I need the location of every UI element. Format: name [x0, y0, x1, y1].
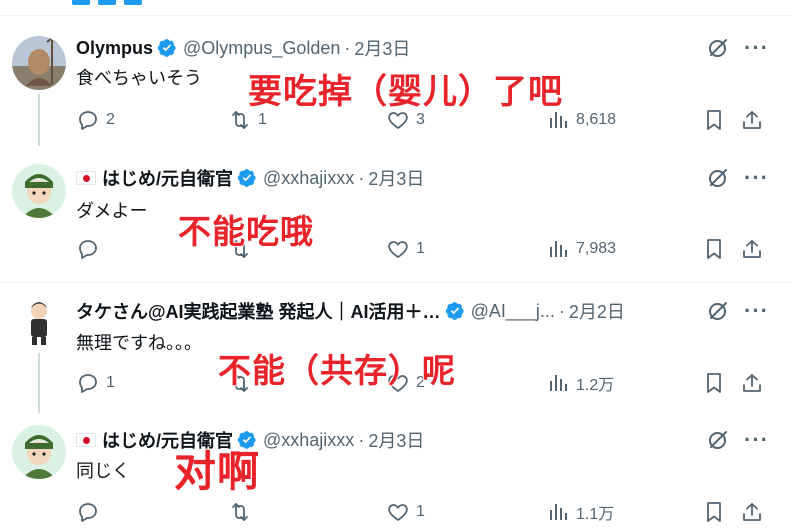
repost-count: 1: [258, 111, 267, 128]
bookmark-icon: [702, 500, 726, 524]
verified-badge-icon: [445, 301, 465, 321]
handle[interactable]: @xxhajixxx: [263, 168, 354, 189]
bookmark-button[interactable]: [702, 105, 726, 135]
verified-badge-icon: [157, 38, 177, 58]
reply-icon: [76, 371, 100, 395]
more-icon[interactable]: ···: [744, 429, 768, 458]
avatar[interactable]: [12, 36, 66, 90]
views-icon: [546, 237, 570, 261]
bookmark-icon: [702, 108, 726, 132]
views-icon: [546, 371, 570, 395]
tweet-text: 同じく: [76, 461, 130, 481]
timestamp[interactable]: 2月3日: [368, 165, 424, 191]
display-name[interactable]: タケさん@AI実践起業塾 発起人｜AI活用＋…: [76, 298, 441, 324]
reply-icon: [76, 108, 100, 132]
grok-icon[interactable]: [706, 36, 730, 60]
views-button[interactable]: 7,983: [546, 234, 616, 264]
caption-overlay: 要吃掉（婴儿）了吧: [247, 71, 563, 113]
view-count: 1.1万: [576, 506, 615, 523]
tweet-text: ダメよー: [76, 201, 148, 221]
caption-overlay: 不能吃哦: [177, 211, 314, 252]
timestamp[interactable]: 2月3日: [368, 427, 424, 453]
tweet-header: タケさん@AI実践起業塾 発起人｜AI活用＋… @AI___j... · 2月2…: [76, 299, 625, 323]
reply-button[interactable]: [76, 234, 106, 264]
reply-count: 2: [106, 111, 115, 128]
timestamp[interactable]: 2月3日: [354, 35, 410, 61]
bookmark-icon: [702, 371, 726, 395]
share-button[interactable]: [740, 368, 764, 398]
tweet-text: 食べちゃいそう: [76, 68, 202, 88]
share-button[interactable]: [740, 234, 764, 264]
view-count: 7,983: [576, 240, 617, 257]
reply-icon: [76, 237, 100, 261]
share-icon: [740, 108, 764, 132]
separator: ·: [344, 37, 351, 58]
share-icon: [740, 500, 764, 524]
more-icon[interactable]: ···: [744, 167, 768, 196]
japan-flag-icon: [76, 433, 96, 447]
views-icon: [546, 500, 570, 524]
reply-button[interactable]: 2: [76, 105, 115, 135]
share-icon: [740, 371, 764, 395]
like-icon: [386, 237, 410, 261]
handle[interactable]: @xxhajixxx: [263, 430, 354, 451]
separator: ·: [358, 429, 365, 450]
share-icon: [740, 237, 764, 261]
avatar[interactable]: [12, 164, 66, 218]
bookmark-icon: [702, 237, 726, 261]
bookmark-button[interactable]: [702, 234, 726, 264]
caption-overlay: 不能（共存）呢: [217, 350, 456, 391]
tweet-header: Olympus @Olympus_Golden · 2月3日: [76, 36, 410, 60]
like-count: 1: [416, 240, 425, 257]
japan-flag-icon: [76, 171, 96, 185]
grok-icon[interactable]: [706, 299, 730, 323]
grok-icon[interactable]: [706, 166, 730, 190]
avatar[interactable]: [12, 295, 66, 349]
reply-count: 1: [106, 374, 115, 391]
more-icon[interactable]: ···: [744, 300, 768, 329]
share-button[interactable]: [740, 497, 764, 527]
separator: ·: [358, 167, 365, 188]
display-name[interactable]: はじめ/元自衛官: [102, 165, 233, 191]
reply-button[interactable]: [76, 497, 106, 527]
bookmark-button[interactable]: [702, 368, 726, 398]
like-icon: [386, 500, 410, 524]
display-name[interactable]: Olympus: [76, 38, 153, 59]
bookmark-button[interactable]: [702, 497, 726, 527]
caption-overlay: 对啊: [173, 446, 261, 497]
share-button[interactable]: [740, 105, 764, 135]
like-button[interactable]: 1: [386, 497, 425, 527]
handle[interactable]: @AI___j...: [471, 301, 555, 322]
like-button[interactable]: 1: [386, 234, 425, 264]
like-count: 3: [416, 111, 425, 128]
handle[interactable]: @Olympus_Golden: [183, 38, 340, 59]
avatar[interactable]: [12, 425, 66, 479]
view-count: 1.2万: [576, 377, 615, 394]
verified-badge-icon: [237, 168, 257, 188]
grok-icon[interactable]: [706, 428, 730, 452]
tweet-4[interactable]: はじめ/元自衛官 @xxhajixxx · 2月3日 ··· 同じく 1 1.1…: [0, 413, 792, 528]
tweet-header: はじめ/元自衛官 @xxhajixxx · 2月3日: [76, 166, 424, 190]
repost-button[interactable]: [228, 497, 258, 527]
repost-icon: [228, 500, 252, 524]
tweet-2[interactable]: はじめ/元自衛官 @xxhajixxx · 2月3日 ··· ダメよー 1 7,…: [0, 150, 792, 280]
thread-line: [38, 353, 40, 413]
views-button[interactable]: 1.2万: [546, 368, 614, 398]
like-count: 1: [416, 503, 425, 520]
reply-button[interactable]: 1: [76, 368, 115, 398]
timestamp[interactable]: 2月2日: [569, 298, 625, 324]
view-count: 8,618: [576, 111, 617, 128]
reply-icon: [76, 500, 100, 524]
views-button[interactable]: 1.1万: [546, 497, 614, 527]
action-bar: 1 1.1万: [76, 497, 776, 527]
separator: ·: [558, 300, 565, 321]
tweet-text: 無理ですね。。。: [76, 333, 202, 353]
thread-line: [38, 94, 40, 146]
more-icon[interactable]: ···: [744, 37, 768, 66]
